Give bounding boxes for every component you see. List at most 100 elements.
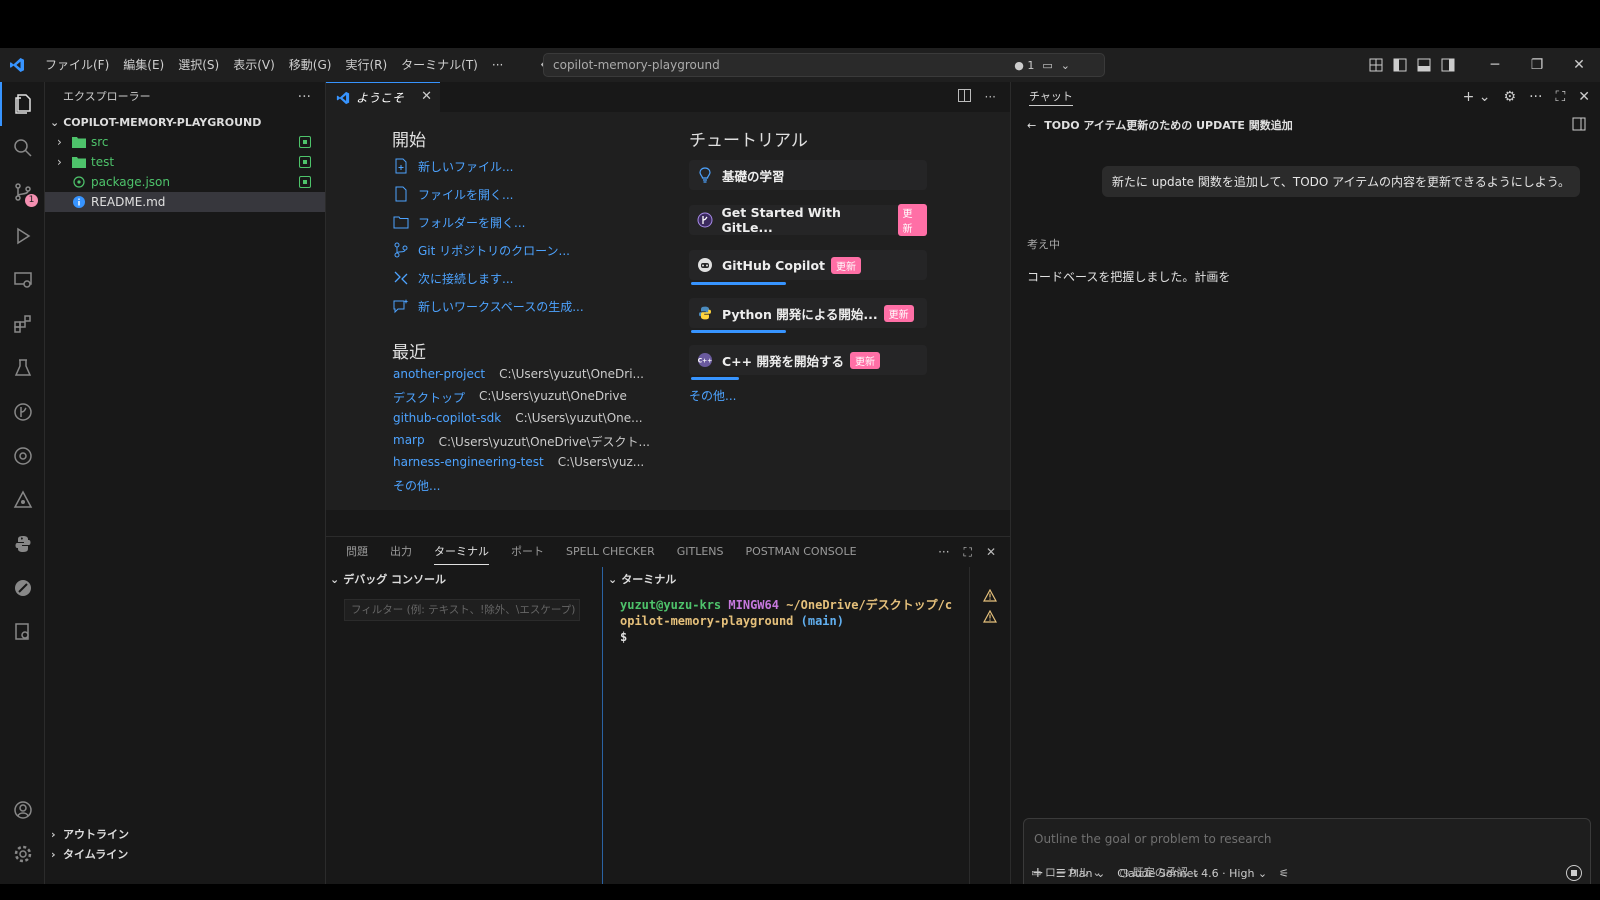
stop-icon[interactable] <box>1566 865 1582 881</box>
tree-file-package-json[interactable]: package.json <box>45 172 325 192</box>
chat-input-placeholder: Outline the goal or problem to research <box>1034 832 1272 846</box>
connect-to-link[interactable]: 次に接続します... <box>392 268 513 288</box>
copilot-icon[interactable] <box>0 478 45 522</box>
terminal-header[interactable]: ⌄ ターミナル <box>604 569 676 589</box>
approval-picker[interactable]: ◷ 既定の承認 ⌄ <box>1120 864 1201 880</box>
menu-run[interactable]: 実行(R) <box>338 48 394 82</box>
toggle-panel-icon[interactable] <box>1412 48 1436 82</box>
chevron-down-icon[interactable]: ⌄ <box>1061 59 1070 72</box>
maximize-panel-icon[interactable]: ⛶ <box>964 545 972 560</box>
copilot-chat-icon[interactable]: ▭ <box>1042 59 1052 72</box>
recent-item[interactable]: デスクトップ C:\Users\yuzut\OneDrive <box>393 389 627 407</box>
chat-title[interactable]: チャット <box>1029 82 1073 106</box>
menu-file[interactable]: ファイル(F) <box>38 48 116 82</box>
gitlens-inspect-icon[interactable] <box>0 434 45 478</box>
menu-terminal[interactable]: ターミナル(T) <box>394 48 485 82</box>
warning-icon[interactable] <box>982 588 998 605</box>
toggle-sidebar-icon[interactable] <box>1388 48 1412 82</box>
location-picker[interactable]: ▭ ローカル ⌄ <box>1031 864 1102 880</box>
tab-gitlens[interactable]: GITLENS <box>677 537 724 567</box>
debug-console-header[interactable]: ⌄ デバッグ コンソール <box>326 569 446 589</box>
tutorial-item[interactable]: 基礎の学習 <box>689 160 927 190</box>
menu-go[interactable]: 移動(G) <box>282 48 339 82</box>
close-panel-icon[interactable]: ✕ <box>986 545 996 559</box>
tutorial-item[interactable]: C++ C++ 開発を開始する 更新 <box>689 345 927 380</box>
restore-icon[interactable]: ❐ <box>1516 48 1558 82</box>
toggle-sidebar-icon[interactable] <box>1572 117 1586 134</box>
git-clone-link[interactable]: Git リポジトリのクローン... <box>392 240 570 260</box>
recent-item[interactable]: github-copilot-sdk C:\Users\yuzut\One... <box>393 411 643 429</box>
tutorial-item[interactable]: Python 開発による開始... 更新 <box>689 298 927 333</box>
terminal-output[interactable]: yuzut@yuzu-krs MINGW64 ~/OneDrive/デスクトップ… <box>620 597 952 645</box>
timeline-section[interactable]: › タイムライン <box>45 844 325 864</box>
tab-ports[interactable]: ポート <box>511 537 544 567</box>
maximize-icon[interactable]: ⛶ <box>1555 89 1565 105</box>
panel-actions: ··· ⛶ ✕ <box>938 537 996 567</box>
scm-badge: 1 <box>25 194 38 207</box>
close-icon[interactable]: ✕ <box>421 89 432 104</box>
recent-item[interactable]: harness-engineering-test C:\Users\yuz... <box>393 455 644 473</box>
python-icon[interactable] <box>0 522 45 566</box>
testing-icon[interactable] <box>0 346 45 390</box>
gear-icon[interactable]: ⚙ <box>1504 89 1517 105</box>
start-item-label: 次に接続します... <box>418 271 514 286</box>
menu-edit[interactable]: 編集(E) <box>116 48 171 82</box>
debug-filter-input[interactable]: フィルター (例: テキスト、!除外、\エスケープ) <box>344 599 580 621</box>
more-actions-icon[interactable]: ··· <box>938 545 949 559</box>
more-actions-icon[interactable]: ··· <box>298 82 311 112</box>
source-control-icon[interactable]: 1 <box>0 170 45 214</box>
tools-icon[interactable]: ⚟ <box>1279 867 1289 880</box>
customize-layout-icon[interactable] <box>1364 48 1388 82</box>
updated-badge: 更新 <box>883 304 914 322</box>
user-message: 新たに update 関数を追加して、TODO アイテムの内容を更新できるように… <box>1101 166 1580 197</box>
remote-explorer-icon[interactable] <box>0 258 45 302</box>
vscode-logo-icon <box>0 48 34 82</box>
search-icon[interactable] <box>0 126 45 170</box>
run-debug-icon[interactable] <box>0 214 45 258</box>
workspace-root[interactable]: ⌄ COPILOT-MEMORY-PLAYGROUND <box>45 112 325 132</box>
tree-folder-src[interactable]: › src <box>45 132 325 152</box>
change-indicator[interactable]: ● 1 <box>1014 59 1034 72</box>
toggle-secondary-sidebar-icon[interactable] <box>1436 48 1460 82</box>
panel-split-divider[interactable] <box>602 567 603 884</box>
gear-icon[interactable] <box>0 832 45 876</box>
recent-more-link[interactable]: その他... <box>393 477 440 494</box>
tab-welcome[interactable]: ようこそ ✕ <box>326 82 440 112</box>
back-arrow-icon[interactable]: ← <box>1027 119 1036 132</box>
command-center[interactable]: copilot-memory-playground ● 1 ▭ ⌄ <box>543 53 1105 77</box>
tree-file-readme[interactable]: README.md <box>45 192 325 212</box>
more-actions-icon[interactable]: ··· <box>1529 89 1542 105</box>
docs-search-icon[interactable] <box>0 610 45 654</box>
menu-more[interactable]: ··· <box>485 48 510 82</box>
gitlens-icon[interactable] <box>0 390 45 434</box>
new-chat-icon[interactable]: + ⌄ <box>1463 89 1491 105</box>
more-actions-icon[interactable]: ··· <box>985 90 996 104</box>
tutorial-item[interactable]: Get Started With GitLe... 更新 <box>689 204 927 236</box>
extensions-icon[interactable] <box>0 302 45 346</box>
tab-spell-checker[interactable]: SPELL CHECKER <box>566 537 655 567</box>
close-icon[interactable]: ✕ <box>1578 89 1590 105</box>
minimize-icon[interactable]: ─ <box>1474 48 1516 82</box>
split-editor-icon[interactable] <box>957 89 971 105</box>
tree-folder-test[interactable]: › test <box>45 152 325 172</box>
menu-selection[interactable]: 選択(S) <box>171 48 226 82</box>
postman-icon[interactable] <box>0 566 45 610</box>
tab-problems[interactable]: 問題 <box>346 537 368 567</box>
tab-terminal[interactable]: ターミナル <box>434 540 489 565</box>
new-file-link[interactable]: 新しいファイル... <box>392 156 513 176</box>
new-workspace-link[interactable]: 新しいワークスペースの生成... <box>392 296 584 316</box>
tutorial-item[interactable]: GitHub Copilot 更新 <box>689 250 927 285</box>
outline-section[interactable]: › アウトライン <box>45 824 325 844</box>
open-folder-link[interactable]: フォルダーを開く... <box>392 212 525 232</box>
tutorials-more-link[interactable]: その他... <box>689 387 736 404</box>
warning-icon[interactable] <box>982 609 998 626</box>
accounts-icon[interactable] <box>0 788 45 832</box>
menu-view[interactable]: 表示(V) <box>226 48 282 82</box>
recent-item[interactable]: another-project C:\Users\yuzut\OneDri... <box>393 367 644 385</box>
tab-output[interactable]: 出力 <box>390 537 412 567</box>
close-window-icon[interactable]: ✕ <box>1558 48 1600 82</box>
explorer-icon[interactable] <box>0 82 45 126</box>
tab-postman-console[interactable]: POSTMAN CONSOLE <box>746 537 857 567</box>
recent-item[interactable]: marp C:\Users\yuzut\OneDrive\デスクト... <box>393 433 650 451</box>
open-file-link[interactable]: ファイルを開く... <box>392 184 513 204</box>
